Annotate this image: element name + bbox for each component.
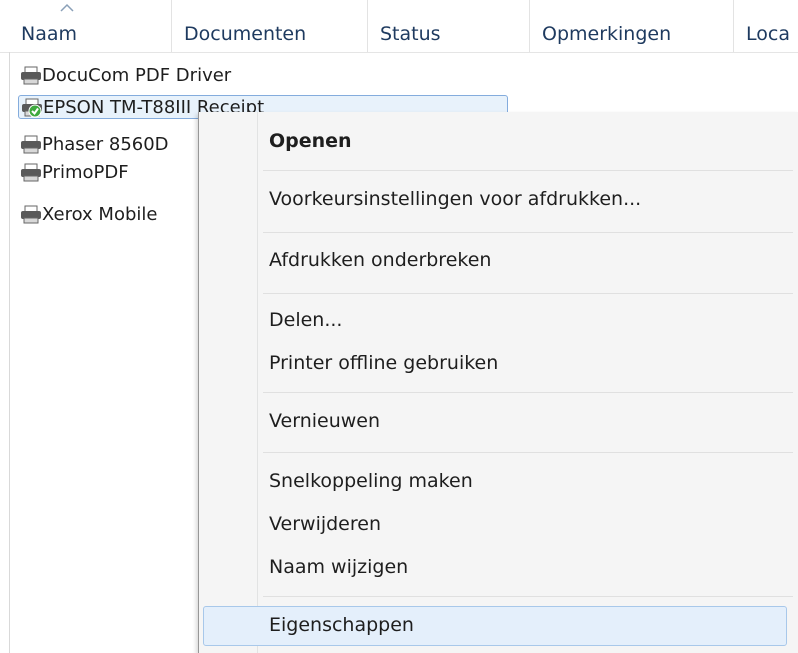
- menu-separator: [263, 170, 793, 171]
- printer-name: Xerox Mobile: [42, 204, 158, 225]
- column-locatie[interactable]: Loca: [734, 0, 798, 52]
- menu-separator: [263, 293, 793, 294]
- list-border: [9, 52, 10, 653]
- printer-name: DocuCom PDF Driver: [42, 65, 232, 86]
- menu-separator: [263, 392, 793, 393]
- column-naam[interactable]: Naam: [9, 0, 172, 52]
- printer-name: Phaser 8560D: [42, 134, 169, 155]
- column-documenten[interactable]: Documenten: [172, 0, 368, 52]
- column-label: Status: [380, 23, 441, 45]
- menu-icon-gutter: [257, 112, 258, 653]
- menu-separator: [263, 452, 793, 453]
- column-header: Naam Documenten Status Opmerkingen Loca: [0, 0, 798, 53]
- menu-item-naam-wijzigen[interactable]: Naam wijzigen: [269, 556, 408, 578]
- menu-item-eigenschappen[interactable]: Eigenschappen: [269, 614, 414, 636]
- printer-icon: [21, 135, 41, 154]
- column-label: Documenten: [184, 23, 307, 45]
- list-item-printer[interactable]: PrimoPDF: [18, 161, 198, 185]
- menu-item-afdrukken-onderbreken[interactable]: Afdrukken onderbreken: [269, 249, 491, 271]
- column-status[interactable]: Status: [368, 0, 530, 52]
- menu-item-verwijderen[interactable]: Verwijderen: [269, 513, 381, 535]
- menu-item-voorkeursinstellingen[interactable]: Voorkeursinstellingen voor afdrukken...: [269, 188, 641, 210]
- column-label: Opmerkingen: [542, 23, 672, 45]
- context-menu: Openen Voorkeursinstellingen voor afdruk…: [198, 112, 798, 653]
- column-opmerkingen[interactable]: Opmerkingen: [530, 0, 734, 52]
- list-item-printer[interactable]: Phaser 8560D: [18, 133, 198, 157]
- menu-item-delen[interactable]: Delen...: [269, 309, 342, 331]
- menu-item-openen[interactable]: Openen: [269, 130, 352, 152]
- menu-item-printer-offline[interactable]: Printer offline gebruiken: [269, 352, 498, 374]
- list-item-printer[interactable]: Xerox Mobile: [18, 203, 198, 227]
- menu-separator: [263, 232, 793, 233]
- column-label: Naam: [21, 23, 78, 45]
- printer-icon: [21, 163, 41, 182]
- default-printer-icon: [22, 98, 42, 118]
- menu-separator: [263, 596, 793, 597]
- sort-ascending-icon: [60, 3, 74, 12]
- printer-name: PrimoPDF: [42, 162, 129, 183]
- menu-item-vernieuwen[interactable]: Vernieuwen: [269, 410, 380, 432]
- column-label: Loca: [746, 23, 790, 45]
- list-item-printer[interactable]: DocuCom PDF Driver: [18, 64, 231, 88]
- printer-icon: [21, 205, 41, 224]
- printer-icon: [21, 66, 41, 85]
- menu-item-snelkoppeling-maken[interactable]: Snelkoppeling maken: [269, 470, 473, 492]
